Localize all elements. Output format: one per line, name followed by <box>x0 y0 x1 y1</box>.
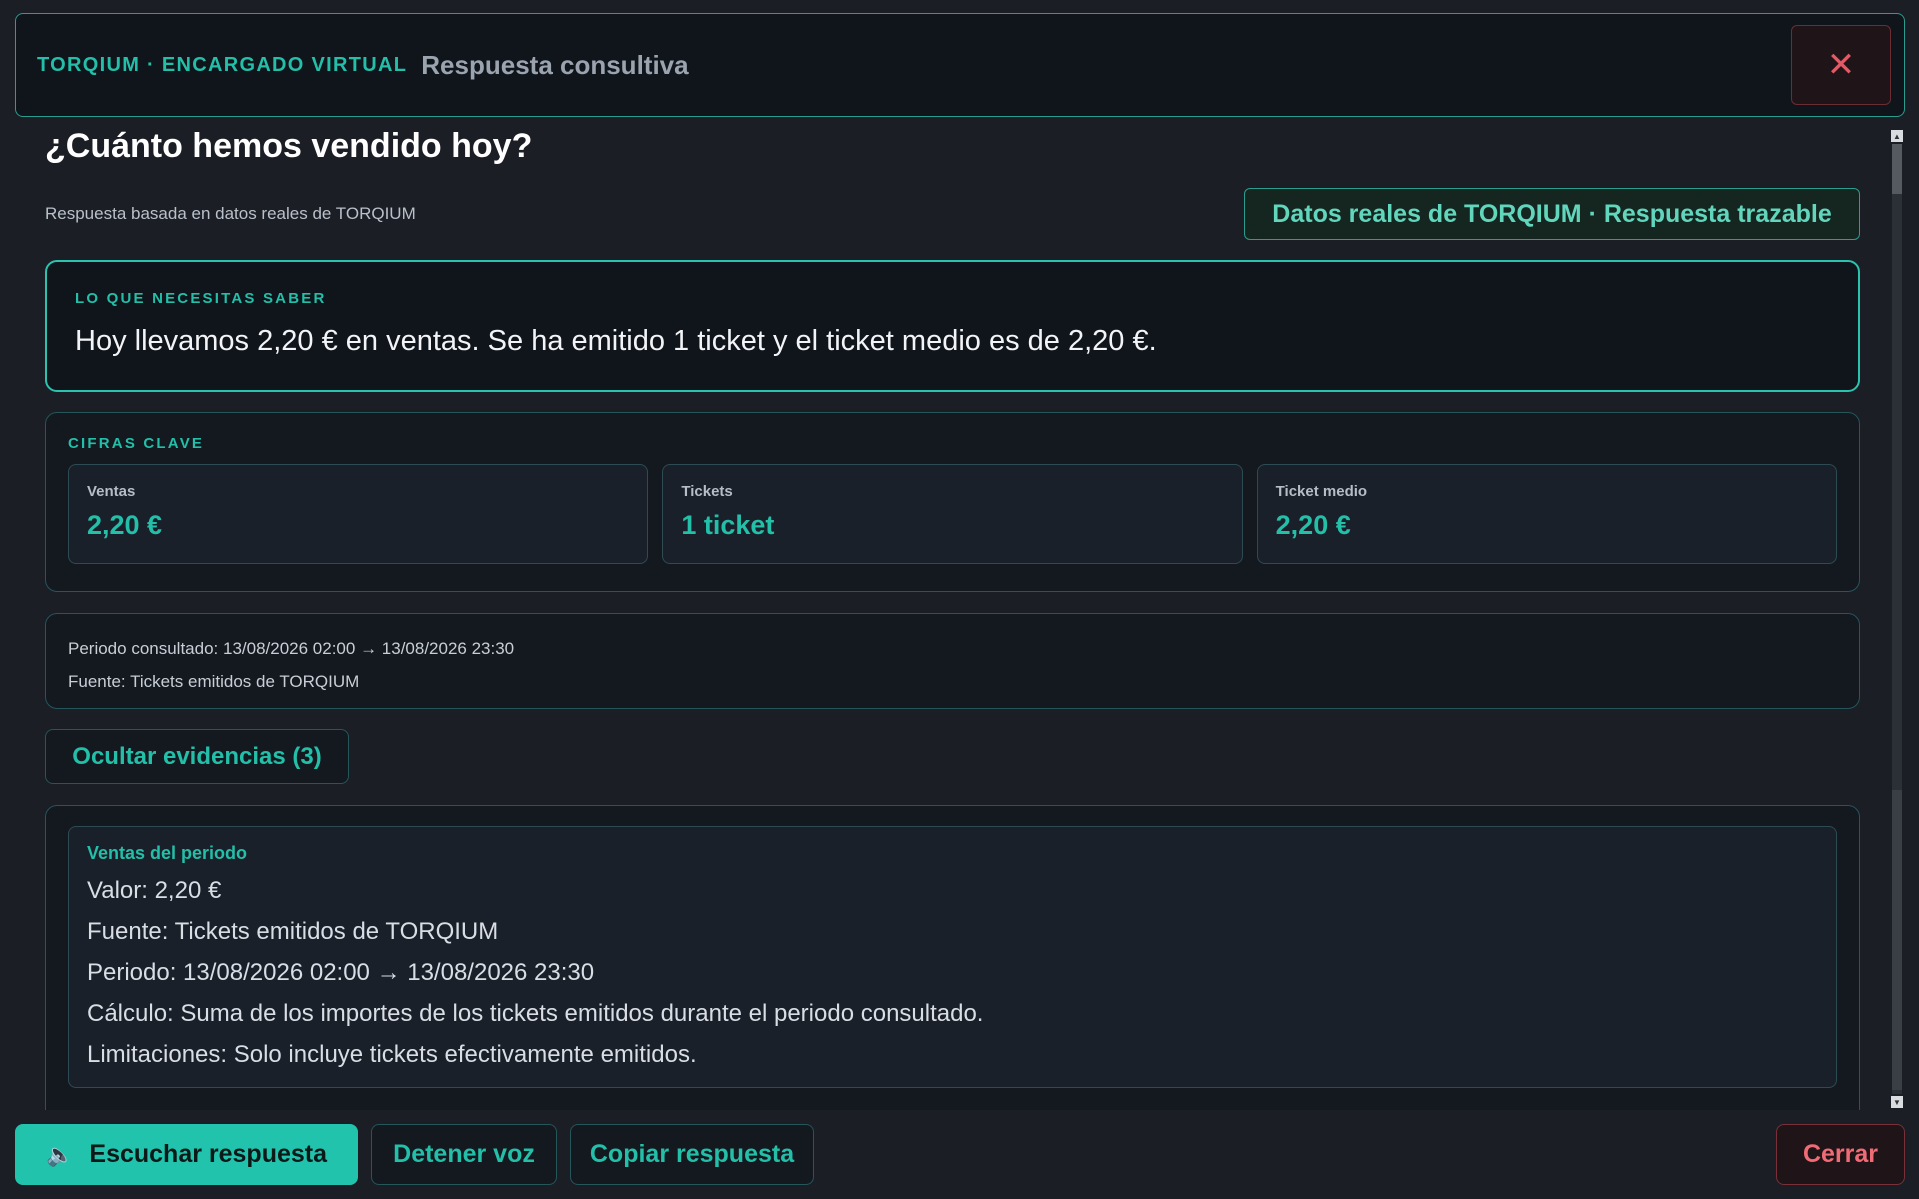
period-source: Fuente: Tickets emitidos de TORQIUM <box>68 672 360 691</box>
vertical-scrollbar[interactable]: ▲ ▼ <box>1890 130 1904 1108</box>
brand-title: TORQIUM · ENCARGADO VIRTUAL <box>37 53 408 76</box>
summary-label: LO QUE NECESITAS SABER <box>75 290 327 307</box>
kpi-tickets: Tickets 1 ticket <box>662 464 1243 564</box>
kpi-value: 1 ticket <box>681 510 775 540</box>
kpi-value: 2,20 € <box>87 510 163 540</box>
period-card: Periodo consultado: 13/08/2026 02:00 → 1… <box>45 613 1860 709</box>
evidence-source: Fuente: Tickets emitidos de TORQIUM <box>87 918 499 945</box>
key-figures-card: CIFRAS CLAVE Ventas 2,20 € Tickets 1 tic… <box>45 412 1860 592</box>
evidence-item: Ventas del periodo Valor: 2,20 € Fuente:… <box>68 826 1837 1088</box>
period-consulted: Periodo consultado: 13/08/2026 02:00 → 1… <box>68 639 515 658</box>
evidence-limitations: Limitaciones: Solo incluye tickets efect… <box>87 1041 697 1068</box>
close-dialog-button[interactable]: ✕ <box>1791 25 1891 105</box>
dialog-footer: 🔈 Escuchar respuesta Detener voz Copiar … <box>0 1110 1919 1199</box>
traceable-badge: Datos reales de TORQIUM · Respuesta traz… <box>1244 188 1860 240</box>
copy-response-button[interactable]: Copiar respuesta <box>570 1124 814 1185</box>
scroll-thumb-secondary <box>1892 790 1902 1090</box>
based-on-note: Respuesta basada en datos reales de TORQ… <box>45 204 416 223</box>
kpi-sales: Ventas 2,20 € <box>68 464 649 564</box>
kpi-label: Tickets <box>681 483 733 500</box>
close-icon: ✕ <box>1826 46 1856 84</box>
speaker-icon: 🔈 <box>45 1141 74 1167</box>
dialog-header: TORQIUM · ENCARGADO VIRTUAL Respuesta co… <box>15 13 1905 117</box>
listen-response-button[interactable]: 🔈 Escuchar respuesta <box>15 1124 358 1185</box>
evidence-panel: Ventas del periodo Valor: 2,20 € Fuente:… <box>45 805 1860 1110</box>
summary-card: LO QUE NECESITAS SABER Hoy llevamos 2,20… <box>45 260 1860 392</box>
question-heading: ¿Cuánto hemos vendido hoy? <box>45 127 533 165</box>
evidence-calculation: Cálculo: Suma de los importes de los tic… <box>87 1000 984 1027</box>
kpi-value: 2,20 € <box>1275 510 1351 540</box>
hide-evidence-button[interactable]: Ocultar evidencias (3) <box>45 729 349 784</box>
listen-label: Escuchar respuesta <box>89 1140 328 1168</box>
kpi-label: Ticket medio <box>1275 483 1368 500</box>
response-content: ¿Cuánto hemos vendido hoy? Respuesta bas… <box>45 125 1860 1110</box>
scroll-thumb[interactable] <box>1892 144 1902 194</box>
evidence-value: Valor: 2,20 € <box>87 877 222 904</box>
summary-text: Hoy llevamos 2,20 € en ventas. Se ha emi… <box>75 325 1157 357</box>
kpi-label: Ventas <box>87 483 136 500</box>
scroll-up-arrow-icon[interactable]: ▲ <box>1891 130 1903 142</box>
evidence-period: Periodo: 13/08/2026 02:00 → 13/08/2026 2… <box>87 959 595 986</box>
stop-voice-button[interactable]: Detener voz <box>371 1124 557 1185</box>
close-button[interactable]: Cerrar <box>1776 1124 1905 1185</box>
dialog-subtitle: Respuesta consultiva <box>421 49 689 80</box>
evidence-title: Ventas del periodo <box>87 843 248 863</box>
scroll-down-arrow-icon[interactable]: ▼ <box>1891 1096 1903 1108</box>
kpi-average-ticket: Ticket medio 2,20 € <box>1256 464 1837 564</box>
key-figures-label: CIFRAS CLAVE <box>68 435 205 452</box>
